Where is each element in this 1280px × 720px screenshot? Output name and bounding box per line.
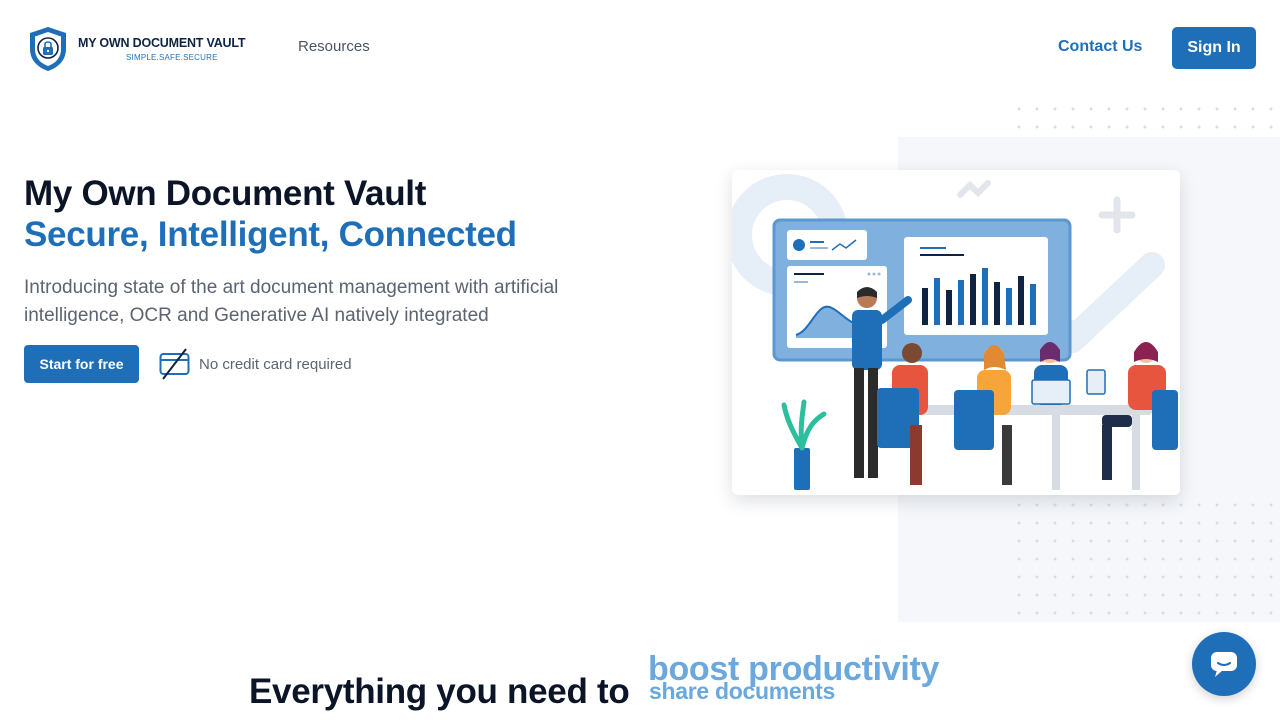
- dot-pattern-bottom: [1010, 496, 1278, 616]
- brand-tagline: SIMPLE.SAFE.SECURE: [126, 53, 218, 62]
- features-lead: Everything you need to: [249, 672, 630, 711]
- hero-title: My Own Document Vault: [24, 174, 427, 213]
- hero-illustration: [732, 170, 1180, 495]
- chat-widget-button[interactable]: [1192, 632, 1256, 696]
- no-credit-card-text: No credit card required: [199, 355, 352, 373]
- site-header: MY OWN DOCUMENT VAULT SIMPLE.SAFE.SECURE…: [0, 0, 1280, 96]
- team-meeting-presentation-icon: [732, 174, 1178, 490]
- brand-logo[interactable]: MY OWN DOCUMENT VAULT SIMPLE.SAFE.SECURE: [26, 24, 256, 74]
- shield-lock-logo-icon: [30, 27, 66, 71]
- nav-resources-link[interactable]: Resources: [298, 38, 370, 55]
- chat-bubble-icon: [1211, 652, 1237, 677]
- rotating-text-secondary: share documents: [649, 681, 835, 703]
- hero-description: Introducing state of the art document ma…: [24, 277, 559, 326]
- no-credit-card-note: No credit card required: [159, 346, 352, 382]
- brand-text: MY OWN DOCUMENT VAULT SIMPLE.SAFE.SECURE: [78, 36, 246, 62]
- start-for-free-button[interactable]: Start for free: [24, 345, 139, 383]
- hero-subtitle: Secure, Intelligent, Connected: [24, 215, 517, 254]
- nav-contact-link[interactable]: Contact Us: [1058, 38, 1142, 56]
- brand-name: MY OWN DOCUMENT VAULT: [78, 36, 246, 50]
- sign-in-button[interactable]: Sign In: [1172, 27, 1256, 69]
- no-credit-card-icon: [159, 348, 190, 380]
